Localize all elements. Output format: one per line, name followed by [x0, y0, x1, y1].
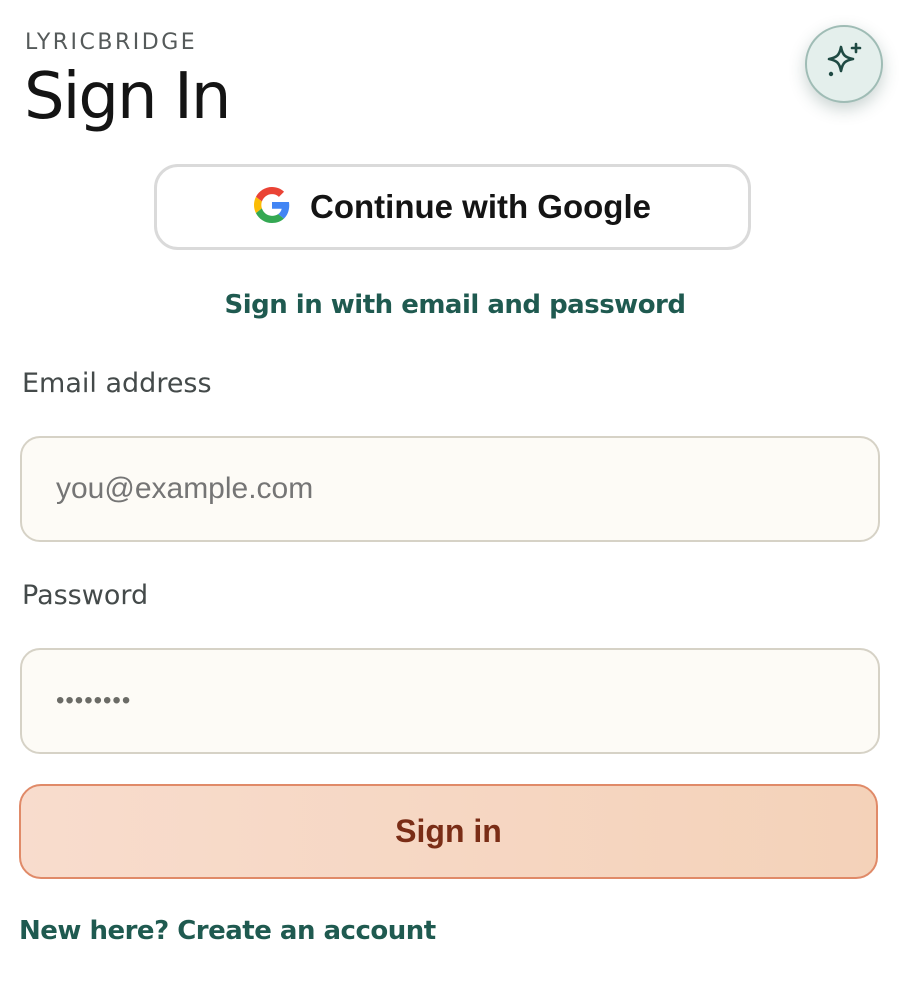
sign-in-page: LYRICBRIDGE Sign In Continue with Google…: [0, 0, 910, 982]
sparkle-icon: [823, 41, 865, 88]
page-title: Sign In: [24, 60, 231, 134]
password-field[interactable]: ••••••••: [20, 648, 880, 754]
email-field[interactable]: [20, 436, 880, 542]
brand-name: LYRICBRIDGE: [25, 30, 198, 55]
google-button-label: Continue with Google: [310, 188, 651, 225]
sign-in-button-label: Sign in: [395, 813, 502, 849]
sign-in-button[interactable]: Sign in: [19, 784, 878, 879]
continue-with-google-button[interactable]: Continue with Google: [154, 164, 751, 250]
sign-in-with-email-link[interactable]: Sign in with email and password: [0, 290, 910, 320]
google-icon: [254, 186, 290, 228]
create-account-link[interactable]: New here? Create an account: [19, 916, 436, 946]
password-label: Password: [22, 580, 149, 611]
email-label: Email address: [22, 368, 212, 399]
assistant-button[interactable]: [805, 25, 883, 103]
